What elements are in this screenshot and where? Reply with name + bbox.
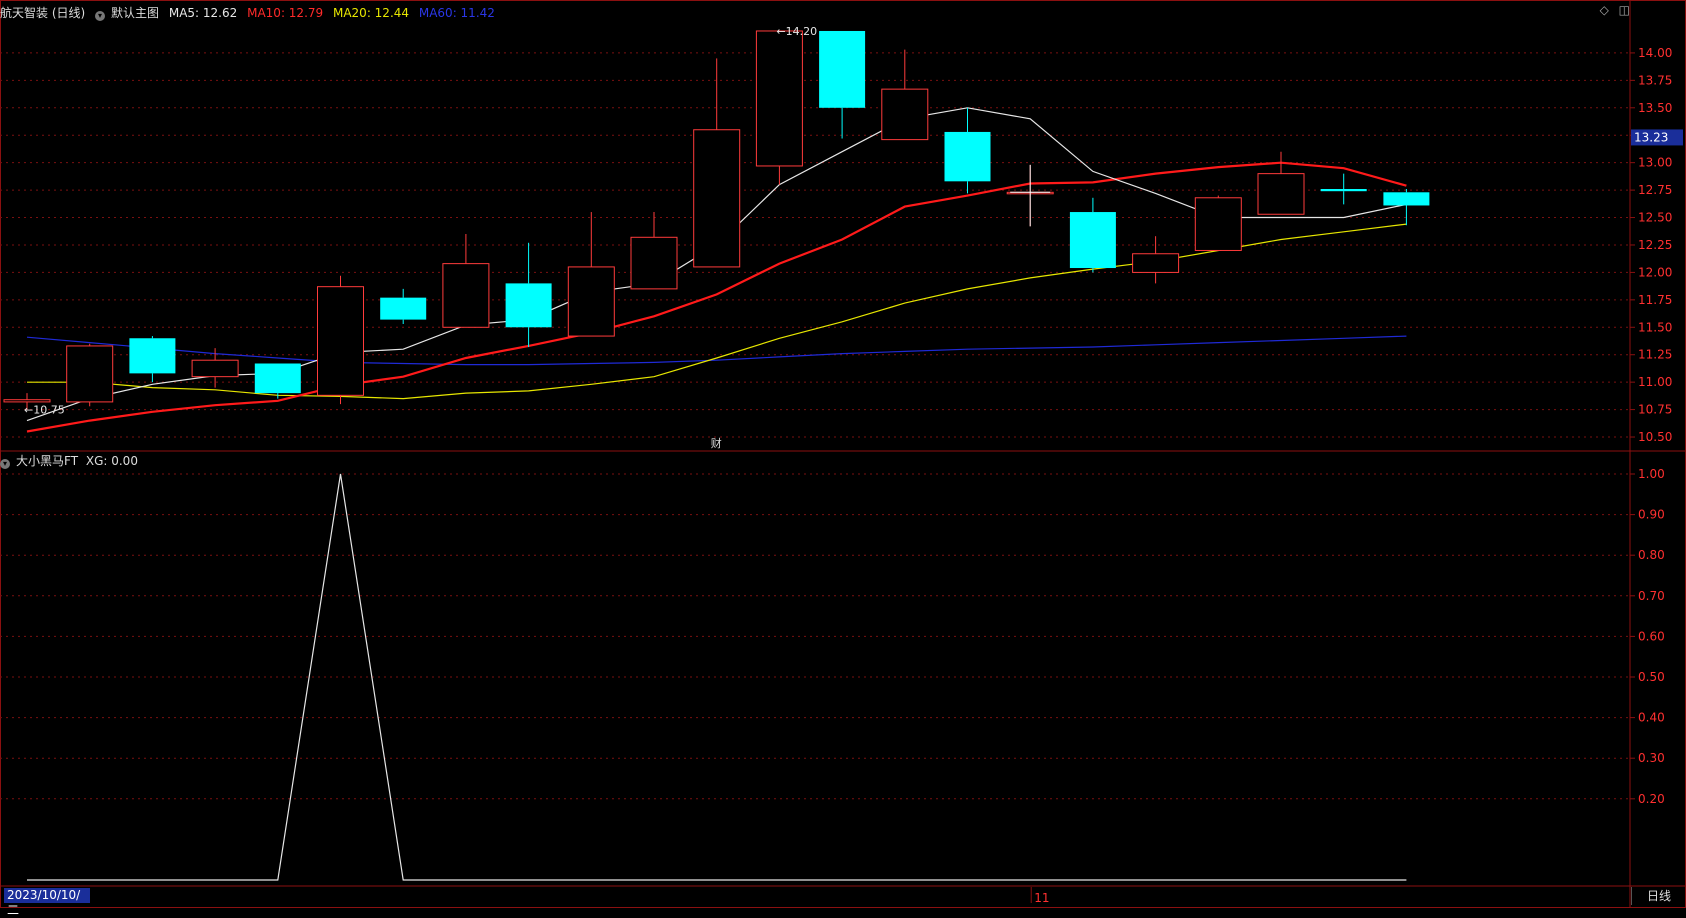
candle-body: [3, 399, 51, 403]
candle: [317, 275, 364, 405]
template-label[interactable]: 默认主图: [111, 6, 159, 20]
candle-body: [380, 297, 427, 320]
candle-body: [693, 129, 741, 268]
main-tick-label: 12.25: [1638, 238, 1672, 252]
candle: [1257, 151, 1305, 215]
stock-title: 航天智装 (日线): [0, 6, 86, 20]
candle-body: [254, 363, 301, 394]
sub-tick-label: 0.20: [1638, 792, 1665, 806]
current-price-label: 13.23: [1634, 130, 1668, 144]
chart-annotation: 财: [711, 436, 722, 450]
sub-tick-label: 0.60: [1638, 629, 1665, 643]
diamond-icon[interactable]: ◇: [1600, 3, 1609, 17]
candle-body: [630, 236, 678, 290]
period-tab[interactable]: 日线: [1631, 887, 1686, 905]
candle-body: [1069, 212, 1116, 269]
main-tick-label: 12.75: [1638, 183, 1672, 197]
candle: [567, 212, 615, 337]
main-tick-label: 14.00: [1638, 46, 1672, 60]
main-tick-label: 11.75: [1638, 293, 1672, 307]
candle-body: [1383, 192, 1430, 206]
sub-tick-label: 0.90: [1638, 508, 1665, 522]
candle: [693, 58, 741, 268]
template-dropdown-icon[interactable]: ▾: [95, 11, 106, 21]
main-tick-label: 13.75: [1638, 73, 1672, 87]
candle-body: [442, 263, 490, 328]
ma20-label: MA20: 12.44: [332, 6, 410, 20]
candle-body: [1194, 197, 1242, 251]
candle-body: [66, 345, 114, 403]
candle-body: [755, 30, 803, 167]
xg-line: [27, 473, 1407, 881]
cursor-date: 2023/10/10/二: [4, 888, 90, 917]
sub-tick-label: 0.80: [1638, 548, 1665, 562]
sub-tick-label: 1.00: [1638, 467, 1665, 481]
candle: [1132, 236, 1180, 284]
ma5-label: MA5: 12.62: [168, 6, 238, 20]
main-tick-label: 11.00: [1638, 375, 1672, 389]
main-tick-label: 10.50: [1638, 430, 1672, 444]
candle-body: [191, 359, 239, 378]
panel-toggle-icon[interactable]: ◫: [1619, 3, 1630, 17]
candle-body: [567, 266, 615, 337]
candle-body: [944, 131, 991, 182]
candle-body: [819, 30, 866, 108]
candle-body: [881, 88, 929, 141]
sub-header: ▾ 大小黑马FT XG: 0.00: [0, 454, 144, 469]
candle: [881, 49, 929, 141]
candle-body: [1132, 253, 1180, 273]
candle: [944, 107, 991, 194]
candle-body: [129, 338, 176, 374]
candle: [66, 343, 114, 407]
sub-tick-label: 0.40: [1638, 711, 1665, 725]
ma60-label: MA60: 11.42: [418, 6, 495, 20]
ma10-label: MA10: 12.79: [247, 6, 324, 20]
xg-value: XG: 0.00: [85, 454, 138, 468]
main-tick-label: 13.50: [1638, 101, 1672, 115]
indicator-name[interactable]: 大小黑马FT: [16, 454, 78, 468]
candle: [1194, 195, 1242, 251]
candle-body: [317, 286, 364, 396]
month-marker: 11: [1034, 891, 1049, 905]
candle: [1069, 197, 1116, 273]
main-tick-label: 12.00: [1638, 265, 1672, 279]
indicator-dropdown-icon[interactable]: ▾: [0, 459, 10, 469]
candle: [505, 242, 552, 348]
main-tick-label: 11.50: [1638, 320, 1672, 334]
main-tick-label: 11.25: [1638, 348, 1672, 362]
candle-body: [505, 283, 552, 328]
candle: [630, 212, 678, 290]
sub-tick-label: 0.50: [1638, 670, 1665, 684]
candle: [1320, 173, 1367, 205]
main-tick-label: 13.00: [1638, 156, 1672, 170]
sub-tick-label: 0.70: [1638, 589, 1665, 603]
main-header: 航天智装 (日线) ▾ 默认主图 MA5: 12.62 MA10: 12.79 M…: [0, 6, 501, 21]
candle: [129, 336, 176, 383]
chart-annotation: ←14.20: [776, 25, 817, 38]
main-tick-label: 10.75: [1638, 403, 1672, 417]
window-icons: ◇ ◫: [1600, 3, 1630, 17]
chart-frame: [0, 0, 1686, 908]
candle: [442, 234, 490, 328]
main-tick-label: 12.50: [1638, 211, 1672, 225]
stock-chart[interactable]: 10.50 10.75 11.00 11.25 11.50 11.75 12.00 12.25…: [0, 0, 1686, 908]
candle: [380, 288, 427, 324]
chart-annotation: ←10.75: [24, 404, 65, 417]
candle: [1383, 189, 1430, 226]
candle: [755, 30, 803, 185]
candle: [819, 30, 866, 139]
candle-body: [1320, 189, 1367, 192]
candle-body: [1257, 173, 1305, 215]
sub-tick-label: 0.30: [1638, 751, 1665, 765]
